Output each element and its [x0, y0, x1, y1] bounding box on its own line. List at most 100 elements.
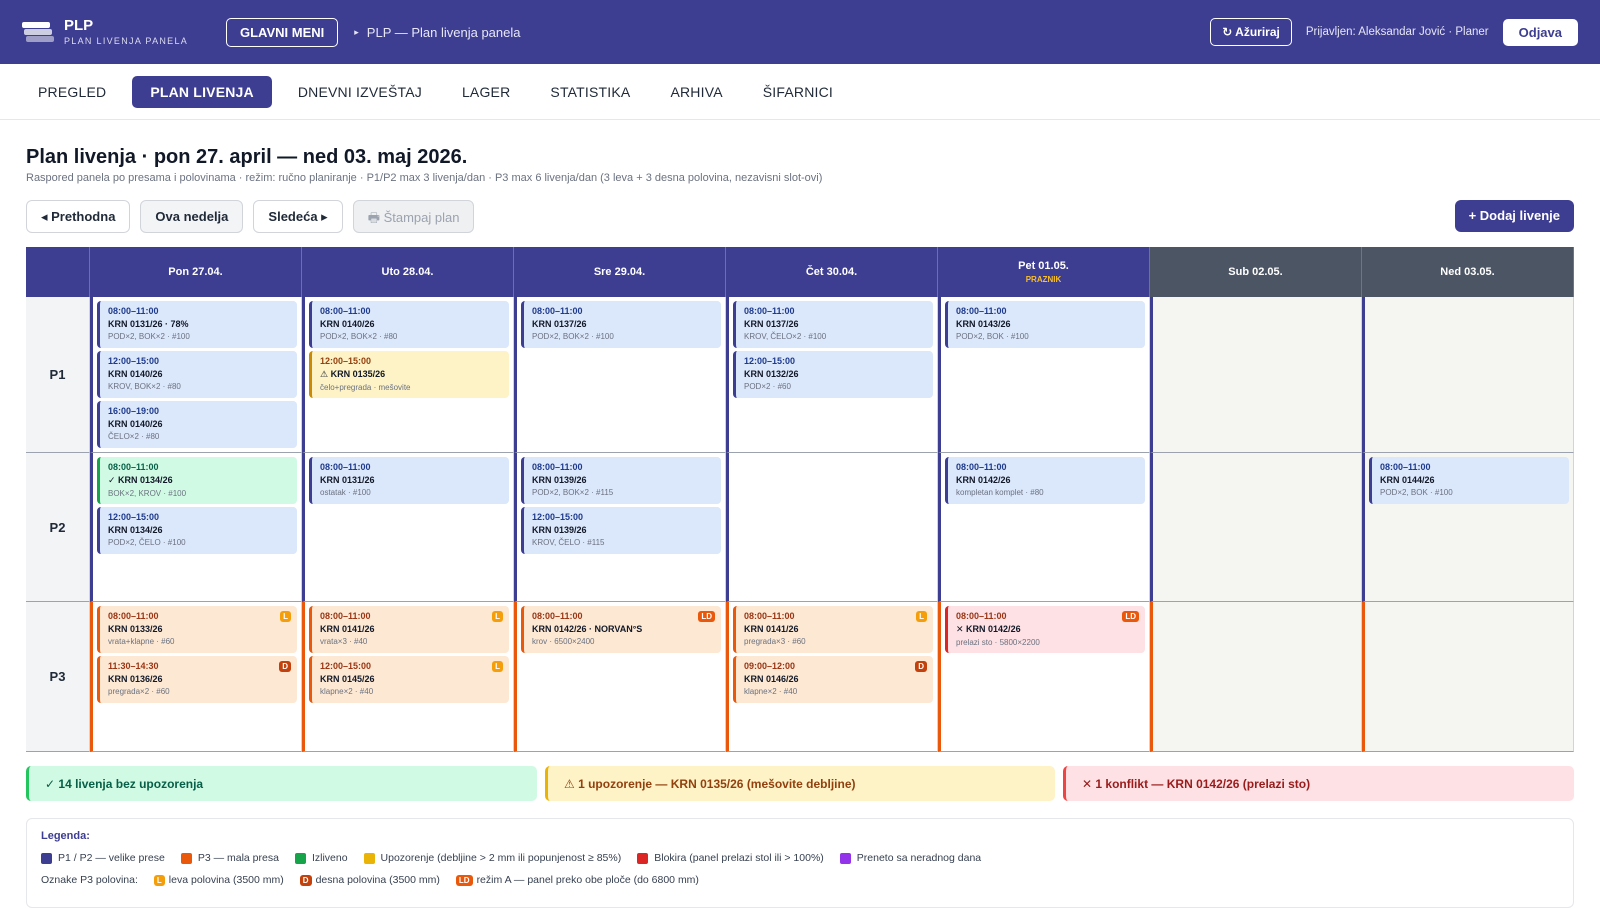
schedule-cell[interactable]: 08:00–11:00 KRN 0137/26 POD×2, BOK×2 · #10… — [514, 297, 726, 453]
casting-card[interactable]: 08:00–11:00 KRN 0137/26 POD×2, BOK×2 · #10… — [521, 301, 721, 348]
casting-time: 09:00–12:00 — [744, 661, 796, 671]
status-warning-banner[interactable]: ⚠ 1 upozorenje — KRN 0135/26 (mešovite d… — [545, 766, 1055, 801]
tab-6[interactable]: ŠIFARNICI — [749, 76, 847, 108]
casting-order: KRN 0142/26 · NORVAN°S — [532, 624, 643, 634]
print-plan-button[interactable]: 🖶 Štampaj plan — [352, 200, 475, 233]
casting-detail: klapne×2 · #40 — [320, 687, 374, 696]
casting-card[interactable]: 08:00–11:00 KRN 0131/26 ostatak · #100 — [309, 457, 509, 504]
this-week-button[interactable]: Ova nedelja — [140, 200, 244, 233]
tab-5[interactable]: ARHIVA — [656, 76, 736, 108]
casting-card[interactable]: 12:00–15:00 KRN 0134/26 POD×2, ČELO · #100 — [97, 507, 297, 554]
press-label: P2 — [26, 453, 90, 602]
casting-card[interactable]: 08:00–11:00 KRN 0143/26 POD×2, BOK · #100 — [945, 301, 1145, 348]
schedule-cell[interactable] — [1150, 453, 1362, 602]
tab-2[interactable]: DNEVNI IZVEŠTAJ — [284, 76, 436, 108]
legend-item: P1 / P2 — velike prese — [41, 852, 165, 864]
schedule-cell[interactable]: 08:00–11:00 KRN 0137/26 KROV, ČELO×2 · #10… — [726, 297, 938, 453]
legend-swatch — [363, 852, 375, 864]
tab-4[interactable]: STATISTIKA — [536, 76, 644, 108]
casting-card[interactable]: 08:00–11:00 KRN 0142/26 · NORVAN°S krov · … — [521, 606, 721, 653]
casting-order: KRN 0141/26 — [744, 624, 799, 634]
schedule-cell[interactable]: 08:00–11:00 KRN 0139/26 POD×2, BOK×2 · #11… — [514, 453, 726, 602]
casting-order: KRN 0141/26 — [320, 624, 375, 634]
casting-time: 08:00–11:00 — [744, 306, 795, 316]
casting-order: ⚠ KRN 0135/26 — [320, 369, 386, 379]
previous-week-button[interactable]: ◂ Prethodna — [26, 200, 131, 233]
casting-order: ✓ KRN 0134/26 — [108, 475, 173, 485]
day-header: Sub 02.05. — [1150, 247, 1362, 297]
schedule-cell[interactable]: 08:00–11:00 KRN 0142/26 · NORVAN°S krov · … — [514, 602, 726, 752]
schedule-cell[interactable] — [726, 453, 938, 602]
schedule-cell[interactable] — [1150, 602, 1362, 752]
casting-card[interactable]: 08:00–11:00 ✕ KRN 0142/26 prelazi sto · 58… — [945, 606, 1145, 653]
casting-card[interactable]: 11:30–14:30 KRN 0136/26 pregrada×2 · #60 D — [97, 656, 297, 703]
casting-order: KRN 0140/26 — [108, 419, 163, 429]
casting-card[interactable]: 09:00–12:00 KRN 0146/26 klapne×2 · #40 D — [733, 656, 933, 703]
casting-card[interactable]: 08:00–11:00 KRN 0141/26 pregrada×3 · #60 L — [733, 606, 933, 653]
casting-order: KRN 0132/26 — [744, 369, 799, 379]
schedule-cell[interactable]: 08:00–11:00 KRN 0141/26 vrata×3 · #40 L 12:0… — [302, 602, 514, 752]
casting-detail: krov · 6500×2400 — [532, 637, 595, 646]
casting-detail: KROV, ČELO×2 · #100 — [744, 332, 827, 341]
casting-card[interactable]: 08:00–11:00 KRN 0142/26 kompletan komplet … — [945, 457, 1145, 504]
schedule-cell[interactable]: 08:00–11:00 KRN 0141/26 pregrada×3 · #60 L 0… — [726, 602, 938, 752]
main-menu-button[interactable]: GLAVNI MENI — [226, 17, 339, 47]
casting-detail: POD×2, BOK×2 · #115 — [532, 488, 614, 497]
casting-card[interactable]: 12:00–15:00 KRN 0140/26 KROV, BOK×2 · #80 — [97, 351, 297, 398]
casting-time: 08:00–11:00 — [532, 306, 583, 316]
schedule-cell[interactable] — [1362, 297, 1574, 453]
schedule-cell[interactable]: 08:00–11:00 KRN 0140/26 POD×2, BOK×2 · #80… — [302, 297, 514, 453]
legend-swatch — [180, 852, 192, 864]
status-conflict-banner[interactable]: ✕ 1 konflikt — KRN 0142/26 (prelazi sto) — [1063, 766, 1574, 801]
schedule-cell[interactable]: 08:00–11:00 KRN 0131/26 ostatak · #100 — [302, 453, 514, 602]
add-casting-button[interactable]: + Dodaj livenje — [1454, 200, 1574, 232]
casting-card[interactable]: 12:00–15:00 ⚠ KRN 0135/26 čelo+pregrada · … — [309, 351, 509, 398]
legend-title: Legenda: — [41, 830, 90, 842]
schedule-cell[interactable] — [1362, 602, 1574, 752]
next-week-button[interactable]: Sledeća ▸ — [253, 200, 343, 233]
tab-3[interactable]: LAGER — [448, 76, 524, 108]
casting-card[interactable]: 16:00–19:00 KRN 0140/26 ČELO×2 · #80 — [97, 401, 297, 448]
casting-card[interactable]: 08:00–11:00 KRN 0139/26 POD×2, BOK×2 · #11… — [521, 457, 721, 504]
app-title: PLP — [64, 17, 94, 34]
schedule-cell[interactable] — [1150, 297, 1362, 453]
day-label: Ned 03.05. — [1440, 266, 1495, 278]
casting-card[interactable]: 12:00–15:00 KRN 0139/26 KROV, ČELO · #115 — [521, 507, 721, 554]
breadcrumb-arrow-icon: ▸ — [354, 26, 359, 37]
casting-card[interactable]: 08:00–11:00 ✓ KRN 0134/26 BOK×2, KROV · #1… — [97, 457, 297, 504]
schedule-cell[interactable]: 08:00–11:00 KRN 0143/26 POD×2, BOK · #100 — [938, 297, 1150, 453]
casting-card[interactable]: 08:00–11:00 KRN 0144/26 POD×2, BOK · #100 — [1369, 457, 1569, 504]
casting-card[interactable]: 08:00–11:00 KRN 0133/26 vrata+klapne · #60… — [97, 606, 297, 653]
casting-order: KRN 0139/26 — [532, 475, 587, 485]
tab-1[interactable]: PLAN LIVENJA — [132, 75, 272, 108]
schedule-cell[interactable]: 08:00–11:00 KRN 0142/26 kompletan komplet … — [938, 453, 1150, 602]
casting-detail: prelazi sto · 5800×2200 — [956, 638, 1040, 647]
schedule-cell[interactable]: 08:00–11:00 ✓ KRN 0134/26 BOK×2, KROV · #1… — [90, 453, 302, 602]
logout-button[interactable]: Odjava — [1502, 18, 1578, 46]
page-title: Plan livenja · pon 27. april — ned 03. m… — [26, 146, 468, 168]
day-label: Pon 27.04. — [168, 266, 223, 278]
schedule-cell[interactable]: 08:00–11:00 KRN 0131/26 · 78% POD×2, BOK×2… — [90, 297, 302, 453]
casting-card[interactable]: 12:00–15:00 KRN 0145/26 klapne×2 · #40 L — [309, 656, 509, 703]
half-badge: L — [916, 611, 927, 622]
casting-card[interactable]: 08:00–11:00 KRN 0137/26 KROV, ČELO×2 · #10… — [733, 301, 933, 348]
casting-card[interactable]: 08:00–11:00 KRN 0141/26 vrata×3 · #40 L — [309, 606, 509, 653]
schedule-cell[interactable]: 08:00–11:00 KRN 0144/26 POD×2, BOK · #100 — [1362, 453, 1574, 602]
casting-card[interactable]: 08:00–11:00 KRN 0140/26 POD×2, BOK×2 · #80 — [309, 301, 509, 348]
casting-time: 12:00–15:00 — [744, 356, 796, 366]
schedule-cell[interactable]: 08:00–11:00 KRN 0133/26 vrata+klapne · #60… — [90, 602, 302, 752]
casting-time: 08:00–11:00 — [320, 306, 371, 316]
casting-time: 12:00–15:00 — [320, 661, 372, 671]
legend-colors: P1 / P2 — velike prese P3 — mala presa Izl… — [41, 852, 1559, 864]
casting-detail: ČELO×2 · #80 — [108, 432, 160, 441]
casting-time: 08:00–11:00 — [956, 306, 1007, 316]
refresh-button[interactable]: ↻ Ažuriraj — [1210, 18, 1292, 46]
casting-card[interactable]: 08:00–11:00 KRN 0131/26 · 78% POD×2, BOK×2… — [97, 301, 297, 348]
half-badge: L — [492, 611, 503, 622]
schedule-cell[interactable]: 08:00–11:00 ✕ KRN 0142/26 prelazi sto · 58… — [938, 602, 1150, 752]
tab-0[interactable]: PREGLED — [24, 76, 120, 108]
legend-label: P3 — mala presa — [197, 852, 279, 864]
app-logo[interactable]: PLP PLAN LIVENJA PANELA — [22, 18, 200, 46]
casting-card[interactable]: 12:00–15:00 KRN 0132/26 POD×2 · #60 — [733, 351, 933, 398]
legend-p3-title: Oznake P3 polovina: — [41, 874, 138, 886]
